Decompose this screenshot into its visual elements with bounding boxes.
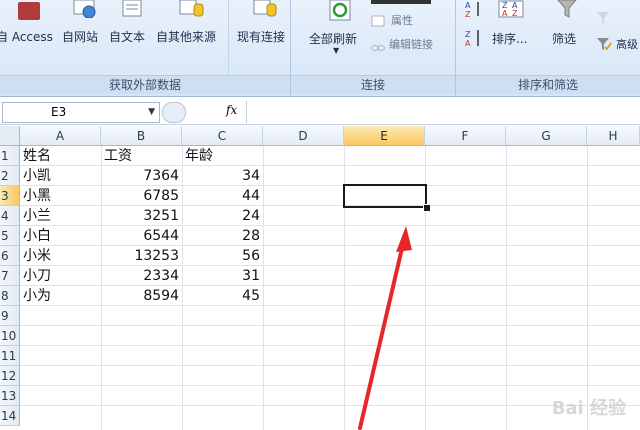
watermark: Bai 经验 [551, 398, 626, 419]
red-arrow-annotation [358, 226, 412, 430]
